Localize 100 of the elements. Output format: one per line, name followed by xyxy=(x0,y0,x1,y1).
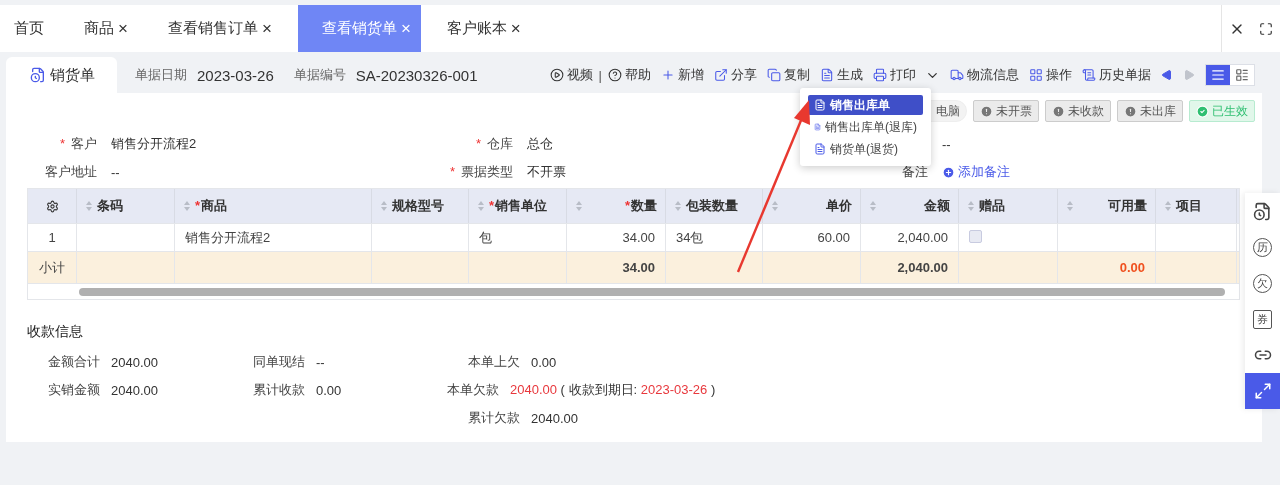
menu-item[interactable]: 销货单(退货) xyxy=(808,139,923,159)
column-header[interactable]: 规格型号 xyxy=(372,189,469,223)
table-cell: 60.00 xyxy=(817,230,850,245)
alert-icon xyxy=(1052,104,1065,118)
list-view-button[interactable] xyxy=(1206,65,1230,85)
document-icon xyxy=(814,121,821,133)
field-label: 备注 xyxy=(901,163,928,181)
sort-icon xyxy=(674,200,682,212)
field-label: 累计欠款 xyxy=(467,409,520,427)
toolbar-separator: | xyxy=(598,67,602,83)
copy-icon xyxy=(767,68,781,82)
column-header[interactable]: 单价 xyxy=(763,189,861,223)
toolbar-button[interactable]: 分享 xyxy=(714,66,757,84)
field-value: -- xyxy=(111,164,120,180)
column-header[interactable]: 可用量 xyxy=(1058,189,1156,223)
field-value: -- xyxy=(316,354,325,370)
document-icon xyxy=(1082,68,1096,82)
fullscreen-icon xyxy=(1258,21,1273,36)
date-label: 单据日期 xyxy=(135,66,187,84)
field-value: 2040.00 xyxy=(531,410,578,426)
side-tool-button[interactable]: 欠 xyxy=(1245,265,1280,301)
play-icon xyxy=(549,68,564,82)
column-header[interactable]: *数量 xyxy=(567,189,666,223)
subtotal-cell: 34.00 xyxy=(622,260,655,275)
column-header[interactable]: 项目 xyxy=(1156,189,1237,223)
toolbar-button[interactable]: 视频 xyxy=(549,66,593,84)
sort-icon xyxy=(1164,200,1172,212)
document-icon xyxy=(814,99,826,111)
number-value: SA-20230326-001 xyxy=(355,66,478,84)
table-cell: 包 xyxy=(479,228,492,247)
document-tab[interactable]: 销货单 xyxy=(6,57,117,93)
number-label: 单据编号 xyxy=(293,66,346,84)
side-tool-button[interactable] xyxy=(1245,193,1280,229)
subtotal-cell: 2,040.00 xyxy=(897,260,948,275)
column-header[interactable]: 包装数量 xyxy=(666,189,763,223)
side-tool-button[interactable] xyxy=(1245,337,1280,373)
toolbar-button[interactable]: 复制 xyxy=(767,66,810,84)
triangle-icon xyxy=(1183,69,1195,81)
toolbar-button[interactable]: 打印 xyxy=(873,66,940,84)
document-icon xyxy=(814,143,826,155)
column-header[interactable]: 赠品 xyxy=(959,189,1058,223)
status-badge: 已生效 xyxy=(1189,100,1255,122)
field-label: * 票据类型 xyxy=(448,163,513,181)
side-tool-button[interactable] xyxy=(1245,373,1280,409)
menu-item[interactable]: 销售出库单 xyxy=(808,95,923,115)
expand-icon xyxy=(1253,382,1272,400)
sort-icon xyxy=(575,200,583,212)
sort-icon xyxy=(771,200,779,212)
column-header[interactable]: *商品 xyxy=(175,189,372,223)
help-icon xyxy=(608,68,622,82)
sort-icon xyxy=(380,200,388,212)
column-header[interactable]: *销售单位 xyxy=(469,189,567,223)
toolbar-button[interactable]: 帮助 xyxy=(608,66,651,84)
plus-icon xyxy=(942,165,955,179)
list-icon xyxy=(1211,68,1225,82)
previous-button[interactable] xyxy=(1161,69,1173,81)
close-icon[interactable]: × xyxy=(118,18,128,39)
sort-icon xyxy=(1066,200,1074,212)
close-icon[interactable]: × xyxy=(510,18,521,39)
field-label: 本单上欠 xyxy=(467,353,520,371)
detail-list-icon xyxy=(1235,68,1249,82)
column-header[interactable]: 金额 xyxy=(861,189,959,223)
glyph-icon: 券 xyxy=(1253,309,1272,329)
column-header[interactable]: 条码 xyxy=(77,189,175,223)
side-tool-button[interactable]: 历 xyxy=(1245,229,1280,265)
alert-icon xyxy=(980,104,993,118)
field-value: 2040.00 xyxy=(111,354,158,370)
status-badge: 未收款 xyxy=(1045,100,1111,122)
field-label: 本单欠款 xyxy=(447,381,499,399)
field-label: * 仓库 xyxy=(474,135,513,153)
date-value: 2023-03-26 xyxy=(197,66,274,84)
side-tool-button[interactable]: 券 xyxy=(1245,301,1280,337)
document-icon xyxy=(820,68,834,82)
field-value: 0.00 xyxy=(316,382,342,398)
toolbar-button[interactable]: 物流信息 xyxy=(950,66,1019,84)
sort-icon xyxy=(183,200,191,212)
document-icon xyxy=(30,67,46,83)
detail-view-button[interactable] xyxy=(1230,65,1254,85)
scrollbar[interactable] xyxy=(79,287,1225,296)
toolbar-button[interactable]: 历史单据 xyxy=(1082,66,1151,84)
plus-icon xyxy=(661,68,675,82)
gift-checkbox[interactable] xyxy=(969,230,982,243)
sort-icon xyxy=(85,200,93,212)
field-label: 实销金额 xyxy=(47,381,100,399)
section-title: 收款信息 xyxy=(27,323,84,341)
close-icon[interactable]: × xyxy=(261,18,272,39)
sort-icon xyxy=(869,200,877,212)
toolbar-button[interactable]: 生成 xyxy=(820,66,863,84)
field-value: 0.00 xyxy=(531,354,557,370)
add-note-link[interactable]: 添加备注 xyxy=(942,163,1010,181)
toolbar-button[interactable]: 新增 xyxy=(661,66,704,84)
field-value: 总仓 xyxy=(527,135,553,153)
table-cell: 2,040.00 xyxy=(897,230,948,245)
status-badge: 未开票 xyxy=(973,100,1039,122)
toolbar-button[interactable]: 操作 xyxy=(1029,66,1072,84)
table-cell: 1 xyxy=(48,230,56,245)
triangle-icon xyxy=(1161,69,1173,81)
field-value: 2040.00 ( 收款到期日: 2023-03-26 ) xyxy=(510,381,716,399)
table-cell: 34.00 xyxy=(622,230,655,245)
sort-icon xyxy=(967,200,975,212)
